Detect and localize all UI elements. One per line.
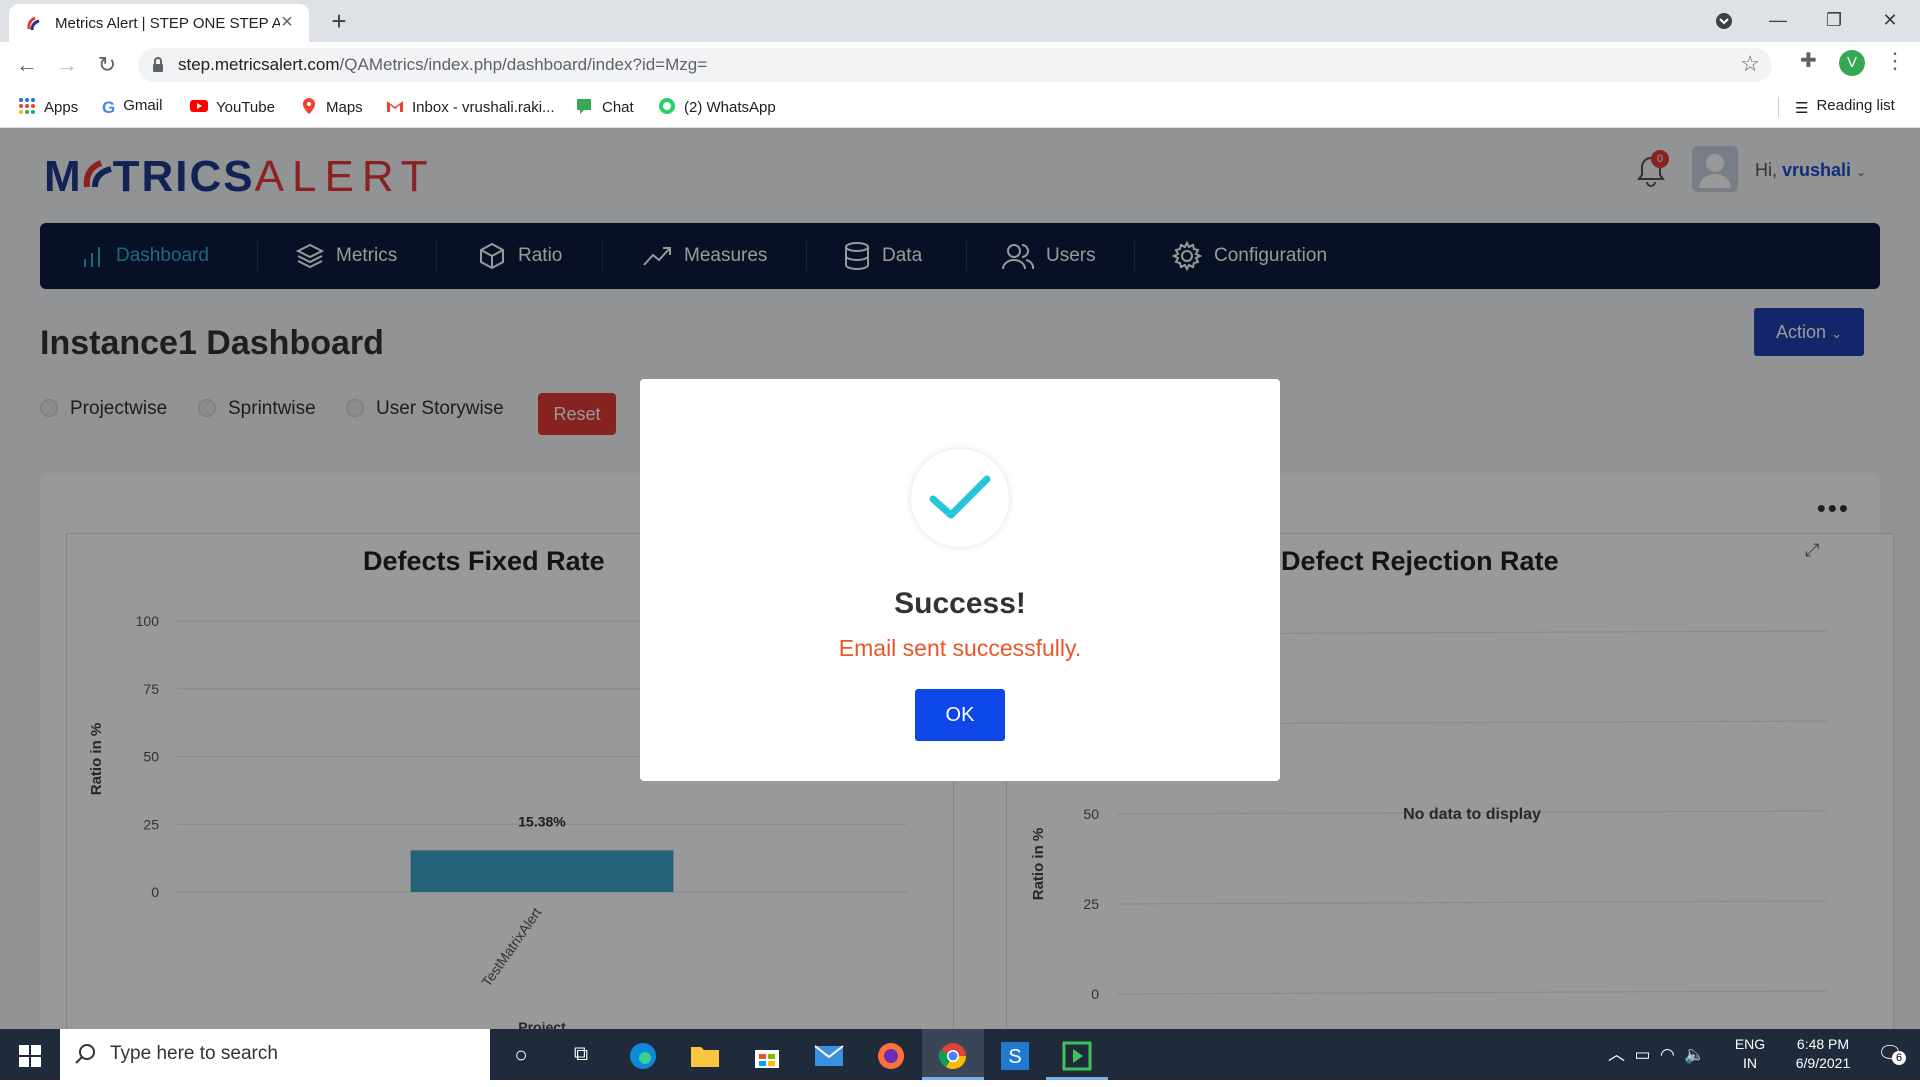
browser-menu-icon[interactable]: ⋮ — [1884, 48, 1906, 74]
cortana-icon[interactable]: ○ — [490, 1029, 552, 1080]
task-view-icon[interactable]: ⧉ — [550, 1029, 612, 1080]
dialog-message: Email sent successfully. — [838, 635, 1082, 661]
browser-tabstrip: Metrics Alert | STEP ONE STEP AH × + — ❐… — [0, 0, 1920, 42]
bookmark-whatsapp[interactable]: (2) WhatsApp — [658, 97, 776, 116]
bookmark-star-icon[interactable]: ☆ — [1740, 51, 1760, 77]
file-explorer-icon[interactable] — [674, 1029, 736, 1080]
windows-start-icon[interactable] — [0, 1029, 60, 1080]
bookmark-maps[interactable]: Maps — [300, 97, 363, 116]
url-domain: step.metricsalert.com — [178, 55, 340, 74]
windows-taskbar: Type here to search ○ ⧉ S ︿ ▭ ◠ 🔈 ENG IN … — [0, 1029, 1920, 1080]
store-icon[interactable] — [736, 1029, 798, 1080]
restore-icon[interactable]: ❐ — [1806, 0, 1862, 40]
back-icon[interactable]: ← — [12, 50, 42, 80]
lock-icon — [153, 57, 163, 72]
bookmarks-bar: Apps G Gmail YouTube Maps Inbox - vrushal… — [0, 88, 1920, 128]
google-icon: G — [102, 98, 116, 117]
success-dialog: Success! Email sent successfully. OK — [640, 379, 1280, 781]
extensions-icon[interactable]: ✚ — [1800, 48, 1817, 73]
close-window-icon[interactable]: ✕ — [1862, 0, 1918, 40]
minimize-icon[interactable]: — — [1750, 0, 1806, 40]
profile-avatar[interactable]: V — [1839, 50, 1865, 76]
browser-tab[interactable]: Metrics Alert | STEP ONE STEP AH × — [9, 4, 309, 42]
mail-icon[interactable] — [798, 1029, 860, 1080]
url-path: /QAMetrics/index.php/dashboard/index?id=… — [339, 55, 708, 74]
bookmark-inbox[interactable]: Inbox - vrushali.raki... — [386, 97, 555, 116]
tab-close-icon[interactable]: × — [277, 11, 297, 33]
bookmark-apps[interactable]: Apps — [18, 97, 78, 116]
chat-icon — [577, 99, 591, 114]
app-green-icon[interactable] — [1046, 1029, 1108, 1080]
ok-button[interactable]: OK — [915, 689, 1005, 741]
bookmark-youtube[interactable]: YouTube — [190, 97, 275, 116]
success-check-icon — [911, 449, 1009, 547]
apps-grid-icon — [19, 98, 35, 114]
edge-icon[interactable] — [612, 1029, 674, 1080]
firefox-icon[interactable] — [860, 1029, 922, 1080]
address-bar[interactable]: step.metricsalert.com/QAMetrics/index.ph… — [138, 48, 1772, 82]
language-indicator[interactable]: ENG IN — [1732, 1036, 1768, 1087]
gmail-icon — [387, 101, 403, 112]
dialog-title: Success! — [894, 587, 1026, 620]
svg-text:S: S — [1008, 1046, 1021, 1068]
maps-pin-icon — [303, 98, 315, 114]
reading-list-icon: ☰ — [1795, 100, 1809, 117]
action-center-icon[interactable]: 🗨 6 — [1870, 1029, 1910, 1080]
whatsapp-icon — [659, 98, 675, 114]
search-icon — [75, 1044, 95, 1064]
forward-icon[interactable]: → — [52, 50, 82, 80]
tab-title: Metrics Alert | STEP ONE STEP AH — [55, 15, 280, 32]
browser-toolbar: ← → ↻ step.metricsalert.com/QAMetrics/in… — [0, 42, 1920, 88]
metricsalert-favicon-icon — [27, 16, 40, 31]
bookmark-chat[interactable]: Chat — [576, 97, 634, 116]
tab-search-icon[interactable] — [1696, 0, 1752, 40]
bookmark-gmail-google[interactable]: G Gmail — [102, 97, 162, 117]
taskbar-search-box[interactable]: Type here to search — [60, 1029, 490, 1080]
chrome-icon[interactable] — [922, 1029, 984, 1080]
reload-icon[interactable]: ↻ — [92, 50, 122, 80]
new-tab-icon[interactable]: + — [324, 6, 354, 36]
youtube-icon — [190, 100, 208, 112]
reading-list[interactable]: ☰ Reading list — [1778, 97, 1895, 117]
app-s-icon[interactable]: S — [984, 1029, 1046, 1080]
clock[interactable]: 6:48 PM 6/9/2021 — [1778, 1036, 1868, 1087]
